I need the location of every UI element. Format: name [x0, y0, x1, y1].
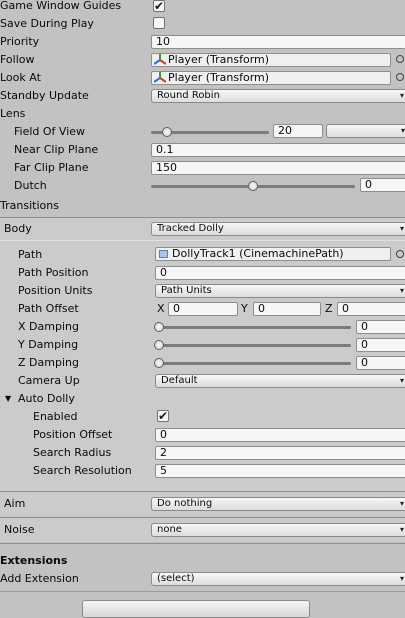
aim-value: Do nothing [157, 498, 213, 509]
field-of-view-slider-handle[interactable] [162, 127, 172, 137]
y-damping-slider-handle[interactable] [154, 340, 164, 350]
z-damping-slider-track[interactable] [155, 362, 351, 365]
path-object-field[interactable]: DollyTrack1 (CinemachinePath) [155, 247, 391, 261]
chevron-down-icon: ▾ [400, 126, 405, 135]
noise-dropdown[interactable]: none ▾ [151, 523, 405, 537]
chevron-down-icon: ▾ [399, 91, 404, 100]
chevron-down-icon: ▾ [399, 286, 404, 295]
near-clip-plane-label: Near Clip Plane [14, 143, 99, 156]
look-at-value: Player (Transform) [168, 71, 270, 84]
z-damping-input[interactable]: 0 [356, 356, 405, 370]
x-damping-slider-handle[interactable] [154, 322, 164, 332]
standby-update-dropdown[interactable]: Round Robin ▾ [151, 89, 405, 103]
script-component-icon [159, 250, 168, 258]
x-damping-input[interactable]: 0 [356, 320, 405, 334]
game-window-guides-label: Game Window Guides [0, 0, 122, 12]
add-extension-dropdown[interactable]: (select) ▾ [151, 572, 405, 586]
add-extension-value: (select) [157, 573, 195, 584]
priority-label: Priority [0, 35, 40, 48]
search-radius-input[interactable]: 2 [155, 446, 405, 460]
follow-picker-icon[interactable] [396, 55, 404, 63]
search-resolution-label: Search Resolution [33, 464, 132, 477]
position-units-value: Path Units [161, 285, 212, 296]
field-of-view-input[interactable]: 20 [273, 124, 323, 138]
camera-up-label: Camera Up [18, 374, 80, 387]
chevron-down-icon: ▾ [399, 574, 404, 583]
y-damping-slider-track[interactable] [155, 344, 351, 347]
section-divider [0, 240, 405, 241]
transform-icon [154, 54, 166, 65]
path-picker-icon[interactable] [396, 250, 404, 258]
priority-input[interactable]: 10 [151, 35, 405, 49]
position-offset-label: Position Offset [33, 428, 113, 441]
dutch-slider-handle[interactable] [248, 181, 258, 191]
extensions-heading: Extensions [0, 554, 68, 567]
far-clip-plane-input[interactable]: 150 [151, 161, 405, 175]
standby-update-label: Standby Update [0, 89, 89, 102]
save-during-play-label: Save During Play [0, 17, 94, 30]
aim-dropdown[interactable]: Do nothing ▾ [151, 497, 405, 511]
y-damping-input[interactable]: 0 [356, 338, 405, 352]
camera-up-dropdown[interactable]: Default ▾ [155, 374, 405, 388]
z-damping-label: Z Damping [18, 356, 79, 369]
body-dropdown[interactable]: Tracked Dolly ▾ [151, 222, 405, 236]
look-at-label: Look At [0, 71, 41, 84]
dutch-input[interactable]: 0 [360, 178, 405, 192]
lens-label: Lens [0, 107, 26, 120]
z-damping-slider-handle[interactable] [154, 358, 164, 368]
path-offset-z-input[interactable]: 0 [337, 302, 405, 316]
x-damping-slider-track[interactable] [155, 326, 351, 329]
y-damping-label: Y Damping [18, 338, 79, 351]
camera-up-value: Default [161, 375, 198, 386]
chevron-down-icon: ▾ [399, 224, 404, 233]
follow-label: Follow [0, 53, 35, 66]
inspector-footer-divider [0, 591, 405, 592]
enabled-checkbox[interactable]: ✔ [157, 410, 169, 422]
aim-label: Aim [4, 497, 26, 510]
path-offset-x-label: X [157, 302, 165, 315]
search-resolution-input[interactable]: 5 [155, 464, 405, 478]
add-extension-label: Add Extension [0, 572, 79, 585]
look-at-picker-icon[interactable] [396, 73, 404, 81]
field-of-view-preset-dropdown[interactable]: ▾ [326, 124, 405, 138]
add-component-button[interactable] [82, 600, 310, 618]
path-label: Path [18, 248, 43, 261]
path-offset-x-input[interactable]: 0 [168, 302, 238, 316]
standby-update-value: Round Robin [157, 90, 220, 101]
auto-dolly-label[interactable]: Auto Dolly [18, 392, 75, 406]
body-label: Body [4, 222, 32, 235]
section-divider [0, 543, 405, 544]
near-clip-plane-input[interactable]: 0.1 [151, 143, 405, 157]
enabled-label: Enabled [33, 410, 78, 423]
transform-icon [154, 72, 166, 83]
follow-value: Player (Transform) [168, 53, 270, 66]
dutch-label: Dutch [14, 179, 47, 192]
path-position-input[interactable]: 0 [155, 266, 405, 280]
body-value: Tracked Dolly [157, 223, 224, 234]
save-during-play-checkbox[interactable] [153, 17, 165, 29]
position-units-label: Position Units [18, 284, 93, 297]
follow-object-field[interactable]: Player (Transform) [151, 53, 391, 67]
transitions-label[interactable]: Transitions [0, 199, 59, 213]
chevron-down-icon: ▾ [399, 499, 404, 508]
position-offset-input[interactable]: 0 [155, 428, 405, 442]
field-of-view-label: Field Of View [14, 125, 86, 138]
search-radius-label: Search Radius [33, 446, 112, 459]
look-at-object-field[interactable]: Player (Transform) [151, 71, 391, 85]
path-offset-label: Path Offset [18, 302, 79, 315]
collapse-arrow-icon[interactable]: ▼ [5, 392, 11, 406]
noise-label: Noise [4, 523, 35, 536]
x-damping-label: X Damping [18, 320, 79, 333]
noise-value: none [157, 524, 182, 535]
path-offset-y-label: Y [241, 302, 248, 315]
chevron-down-icon: ▾ [399, 525, 404, 534]
game-window-guides-checkbox[interactable]: ✔ [153, 0, 165, 12]
path-offset-y-input[interactable]: 0 [253, 302, 321, 316]
path-offset-z-label: Z [325, 302, 333, 315]
far-clip-plane-label: Far Clip Plane [14, 161, 89, 174]
path-value: DollyTrack1 (CinemachinePath) [172, 247, 344, 260]
path-position-label: Path Position [18, 266, 89, 279]
position-units-dropdown[interactable]: Path Units ▾ [155, 284, 405, 298]
chevron-down-icon: ▾ [399, 376, 404, 385]
